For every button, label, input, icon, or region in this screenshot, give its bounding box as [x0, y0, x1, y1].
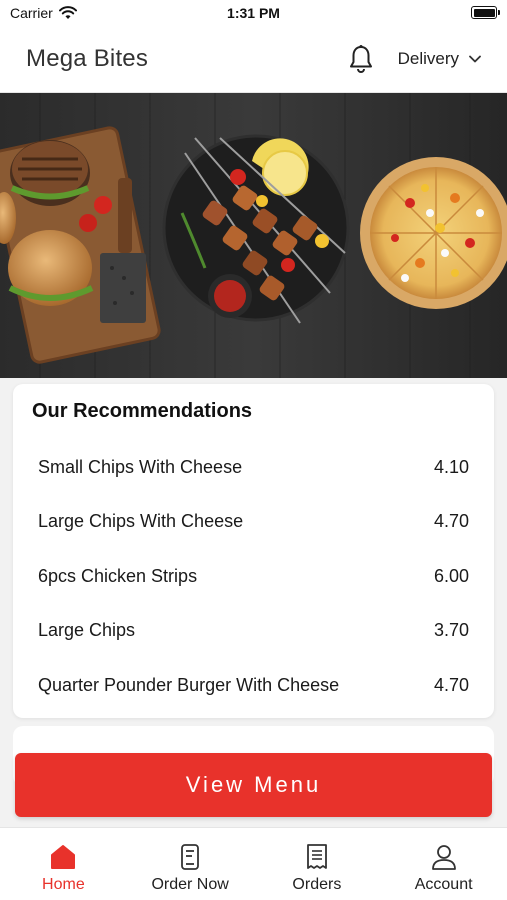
header-actions: Delivery — [346, 43, 481, 75]
tab-bar: Home Order Now Orders Account — [0, 827, 507, 900]
tab-label: Home — [42, 876, 85, 893]
tab-label: Order Now — [151, 876, 229, 893]
order-icon — [181, 844, 200, 870]
tab-home[interactable]: Home — [0, 828, 127, 900]
item-name: Small Chips With Cheese — [38, 456, 243, 477]
tab-label: Account — [414, 876, 473, 893]
app-title: Mega Bites — [26, 45, 149, 72]
recommendation-item[interactable]: Large Chips 3.70 — [38, 604, 469, 659]
user-icon — [431, 845, 456, 870]
wifi-icon — [58, 6, 77, 19]
item-name: 6pcs Chicken Strips — [38, 565, 198, 586]
item-name: Quarter Pounder Burger With Cheese — [38, 674, 340, 695]
app-header: Mega Bites Delivery — [0, 26, 507, 93]
battery-icon — [471, 6, 500, 19]
recommendations-card: Our Recommendations Small Chips With Che… — [13, 384, 494, 718]
carrier-label: Carrier — [10, 5, 53, 21]
recommendation-item[interactable]: Quarter Pounder Burger With Cheese 4.70 — [38, 658, 469, 713]
recommendation-item[interactable]: 6pcs Chicken Strips 6.00 — [38, 549, 469, 604]
recommendation-item[interactable]: Small Chips With Cheese 4.10 — [38, 440, 469, 495]
receipt-icon — [306, 844, 327, 869]
tab-order-now[interactable]: Order Now — [127, 828, 254, 900]
recommendations-title: Our Recommendations — [32, 400, 253, 422]
view-menu-button[interactable]: View Menu — [15, 753, 492, 817]
item-price: 4.10 — [433, 456, 469, 477]
item-price: 4.70 — [433, 511, 469, 532]
delivery-mode-label: Delivery — [397, 49, 459, 68]
item-name: Large Chips — [38, 620, 136, 641]
recommendations-list: Small Chips With Cheese 4.10 Large Chips… — [38, 440, 469, 713]
home-icon — [51, 845, 76, 869]
item-price: 6.00 — [433, 565, 469, 586]
status-bar: Carrier 1:31 PM — [0, 0, 507, 26]
tab-account[interactable]: Account — [380, 828, 507, 900]
tab-orders[interactable]: Orders — [254, 828, 381, 900]
status-left: Carrier — [10, 5, 77, 21]
item-name: Large Chips With Cheese — [38, 511, 244, 532]
recommendation-item[interactable]: Large Chips With Cheese 4.70 — [38, 495, 469, 550]
chevron-down-icon — [469, 55, 481, 63]
delivery-mode-select[interactable]: Delivery — [398, 49, 481, 69]
item-price: 4.70 — [433, 674, 469, 695]
hero-food-image — [0, 93, 507, 378]
item-price: 3.70 — [433, 620, 469, 641]
bell-icon[interactable] — [346, 43, 376, 75]
tab-label: Orders — [292, 876, 342, 893]
